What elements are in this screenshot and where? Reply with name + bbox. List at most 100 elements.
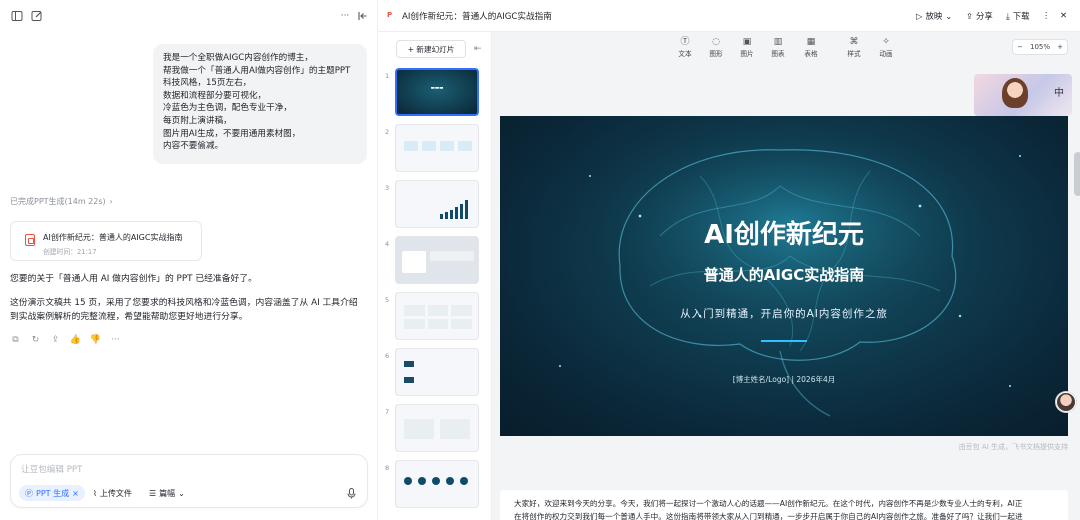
thumb-number: 5 — [385, 296, 390, 304]
slide-thumbnail[interactable] — [395, 236, 479, 284]
microphone-icon[interactable] — [345, 487, 357, 499]
zoom-out-icon[interactable]: − — [1017, 43, 1023, 51]
ppt-generate-chip[interactable]: Ⓟ PPT 生成 × — [19, 485, 85, 501]
user-message-line: 我是一个全职做AIGC内容创作的博主， — [163, 53, 313, 63]
more-icon[interactable]: ··· — [338, 9, 352, 23]
slide-footer[interactable]: [博主姓名/Logo] | 2026年4月 — [500, 374, 1068, 385]
user-message-line: 内容不要偷减。 — [163, 141, 224, 152]
download-button[interactable]: ⤓ 下载 — [1006, 10, 1029, 22]
message-composer[interactable]: 让豆包编辑 PPT Ⓟ PPT 生成 × ⌇ 上传文件 ☰ 篇幅 ⌄ — [10, 454, 368, 508]
assistant-reply-paragraph: 这份演示文稿共 15 页，采用了您要求的科技风格和冷蓝色调，内容涵盖了从 AI … — [10, 297, 370, 324]
style-icon: ⌘ — [849, 37, 859, 47]
paperclip-icon: ⌇ — [93, 488, 97, 498]
table-icon: ▦ — [806, 37, 816, 47]
share-icon[interactable]: ⇪ — [50, 334, 61, 345]
slide-title[interactable]: AI创作新纪元 — [500, 214, 1068, 251]
slide-thumbnail[interactable] — [395, 180, 479, 228]
reply-line: 到实战案例解析的完整流程，希望能帮助您更好地进行分享。 — [10, 311, 248, 322]
copy-icon[interactable]: ⧉ — [10, 334, 21, 345]
collapse-panel-icon[interactable] — [356, 9, 370, 23]
slide-thumbnail[interactable] — [395, 348, 479, 396]
user-avatar[interactable] — [1056, 392, 1076, 412]
slide-thumbnail[interactable] — [395, 460, 479, 508]
close-icon[interactable]: ✕ — [1060, 10, 1067, 20]
thumb-number: 6 — [385, 352, 390, 360]
user-message-line: 数据和流程部分要可视化， — [163, 90, 267, 101]
new-slide-button[interactable]: + 新建幻灯片 — [396, 40, 466, 58]
ppt-file-icon — [25, 234, 35, 246]
toolbar-text-button[interactable]: Ⓣ 文本 — [673, 37, 697, 58]
toolbar-label: 文本 — [678, 50, 692, 58]
reply-line: 这份演示文稿共 15 页，采用了您要求的科技风格和冷蓝色调，内容涵盖了从 AI … — [10, 298, 358, 308]
new-chat-icon[interactable] — [30, 9, 44, 23]
thumb-title-mark: ▬▬▬ — [430, 86, 444, 91]
user-message-line: 冷蓝色为主色调，配色专业干净， — [163, 103, 292, 114]
chevron-down-icon: ⌄ — [178, 488, 185, 498]
play-icon: ▷ — [916, 11, 923, 21]
toolbar-shape-button[interactable]: ◌ 图形 — [704, 37, 728, 58]
chevron-down-icon: ⌄ — [945, 11, 953, 21]
toolbar-table-button[interactable]: ▦ 表格 — [799, 37, 823, 58]
toolbar-label: 样式 — [847, 50, 861, 58]
slide-tagline[interactable]: 从入门到精通，开启你的AI内容创作之旅 — [500, 306, 1068, 321]
user-message-line: 每页附上演讲稿， — [163, 115, 232, 126]
user-message-line: 科技风格，15页左右， — [163, 78, 252, 89]
more-icon[interactable]: ··· — [110, 334, 121, 345]
slide-editor-canvas: Ⓣ 文本 ◌ 图形 ▣ 图片 ▥ 图表 ▦ 表格 ⌘ 样式 ✧ 动画 − 105% + 中 — [492, 32, 1080, 520]
notes-line: 在将创作的权力交到我们每一个普通人手中。这份指南将带领大家从入门到精通，一步步开… — [514, 511, 1023, 520]
file-card-meta: 创建时间：21:17 — [43, 248, 97, 256]
user-message-bubble: 我是一个全职做AIGC内容创作的博主， 帮我做一个「普通人用AI做内容创作」的主… — [153, 44, 367, 164]
zoom-in-icon[interactable]: + — [1057, 43, 1063, 51]
thumbs-up-icon[interactable]: 👍 — [70, 334, 81, 345]
toolbar-image-button[interactable]: ▣ 图片 — [735, 37, 759, 58]
toolbar-label: 图片 — [740, 50, 754, 58]
zoom-control[interactable]: − 105% + — [1012, 39, 1068, 55]
play-button[interactable]: ▷ 放映 ⌄ — [916, 10, 952, 22]
thumb-number: 1 — [385, 72, 390, 80]
image-icon: ▣ — [742, 37, 752, 47]
share-button[interactable]: ⇪ 分享 — [966, 10, 993, 22]
upload-file-button[interactable]: ⌇ 上传文件 — [93, 485, 132, 501]
thumbs-down-icon[interactable]: 👎 — [90, 334, 101, 345]
toolbar-animation-button[interactable]: ✧ 动画 — [874, 37, 898, 58]
share-label: 分享 — [976, 11, 993, 21]
file-card-title: AI创作新纪元：普通人的AIGC实战指南 — [43, 233, 183, 242]
text-icon: Ⓣ — [680, 37, 690, 47]
more-icon[interactable]: ⋮ — [1042, 10, 1050, 20]
slide-thumbnail[interactable]: ▬▬▬ — [395, 68, 479, 116]
editor-toolbar: Ⓣ 文本 ◌ 图形 ▣ 图片 ▥ 图表 ▦ 表格 ⌘ 样式 ✧ 动画 − 105% + — [492, 32, 1080, 62]
slide-thumbnail[interactable] — [395, 404, 479, 452]
composer-placeholder: 让豆包编辑 PPT — [21, 465, 83, 475]
chat-panel: ··· 我是一个全职做AIGC内容创作的博主， 帮我做一个「普通人用AI做内容创… — [0, 0, 384, 520]
ppt-chip-icon: Ⓟ — [25, 488, 33, 498]
regenerate-icon[interactable]: ↻ — [30, 334, 41, 345]
editor-header: P AI创作新纪元：普通人的AIGC实战指南 ▷ 放映 ⌄ ⇪ 分享 ⤓ 下载 … — [378, 0, 1080, 32]
generation-credit: 由豆包 AI 生成，飞书文档提供支持 — [958, 443, 1068, 451]
document-title[interactable]: AI创作新纪元：普通人的AIGC实战指南 — [402, 10, 552, 22]
upload-file-label: 上传文件 — [99, 488, 132, 498]
share-icon: ⇪ — [966, 11, 974, 21]
side-drawer-handle[interactable] — [1074, 152, 1080, 196]
toolbar-label: 图形 — [709, 50, 723, 58]
thumb-number: 7 — [385, 408, 390, 416]
ppt-badge-icon: P — [387, 11, 393, 19]
generation-status[interactable]: 已完成PPT生成(14m 22s) › — [10, 196, 113, 207]
assistant-character-avatar[interactable]: 中 — [974, 74, 1072, 116]
toolbar-style-button[interactable]: ⌘ 样式 — [842, 37, 866, 58]
collapse-thumbs-icon[interactable]: ⇤ — [474, 44, 482, 54]
sidebar-toggle-icon[interactable] — [10, 9, 24, 23]
toolbar-label: 图表 — [771, 50, 785, 58]
slide-thumbnail[interactable] — [395, 292, 479, 340]
download-icon: ⤓ — [1006, 10, 1010, 21]
slide-thumbnail[interactable] — [395, 124, 479, 172]
slide-canvas[interactable]: AI创作新纪元 普通人的AIGC实战指南 从入门到精通，开启你的AI内容创作之旅… — [500, 116, 1068, 436]
shape-icon: ◌ — [712, 37, 720, 47]
length-select[interactable]: ☰ 篇幅 ⌄ — [149, 485, 185, 501]
slide-subtitle[interactable]: 普通人的AIGC实战指南 — [500, 264, 1068, 285]
slide-accent-line — [761, 340, 807, 342]
chip-close-icon[interactable]: × — [72, 489, 79, 498]
ppt-file-card[interactable]: AI创作新纪元：普通人的AIGC实战指南 创建时间：21:17 — [10, 221, 202, 261]
chevron-right-icon: › — [109, 197, 113, 206]
speaker-notes[interactable]: 大家好，欢迎来到今天的分享。今天，我们将一起探讨一个激动人心的话题——AI创作新… — [500, 490, 1068, 520]
toolbar-chart-button[interactable]: ▥ 图表 — [766, 37, 790, 58]
